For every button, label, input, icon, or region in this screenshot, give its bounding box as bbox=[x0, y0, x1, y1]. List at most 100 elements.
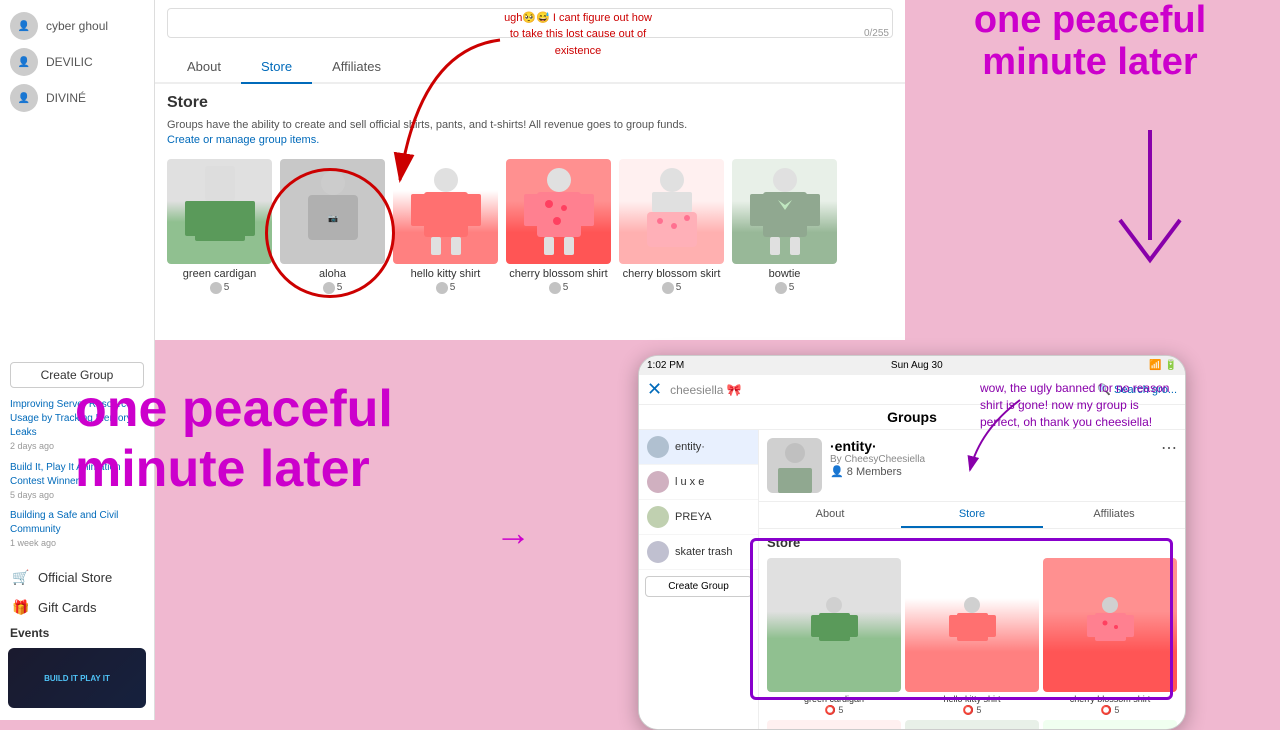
sidebar-item-preya[interactable]: PREYA bbox=[639, 500, 758, 535]
overlay-line1: one peaceful bbox=[905, 0, 1275, 42]
mobile-item-price: ⭕ 5 bbox=[767, 705, 901, 716]
robux-icon bbox=[436, 282, 448, 294]
user-row: 👤 cyber ghoul bbox=[0, 8, 154, 44]
item-thumbnail[interactable] bbox=[506, 159, 611, 264]
sidebar-item-skater-trash[interactable]: skater trash bbox=[639, 535, 758, 570]
avatar: 👤 bbox=[10, 84, 38, 112]
back-icon[interactable]: ✕ bbox=[647, 379, 662, 400]
sidebar-item-entity[interactable]: entity· bbox=[639, 430, 758, 465]
tab-store[interactable]: Store bbox=[241, 51, 312, 84]
overlay-line4: minute later bbox=[75, 440, 393, 500]
mobile-item-thumbnail[interactable] bbox=[1043, 558, 1177, 692]
item-thumbnail[interactable] bbox=[732, 159, 837, 264]
item-price: 5 bbox=[732, 282, 837, 294]
item-name: aloha bbox=[280, 268, 385, 280]
robux-icon bbox=[323, 282, 335, 294]
item-card: green cardigan 5 bbox=[167, 159, 272, 294]
avatar: 👤 bbox=[10, 12, 38, 40]
entity-by: By CheesyCheesiella bbox=[830, 454, 1177, 465]
item-price: 5 bbox=[167, 282, 272, 294]
comment-text: ugh🥺😅 I cant figure out how to take this… bbox=[504, 12, 652, 57]
mobile-item-thumbnail[interactable] bbox=[767, 558, 901, 692]
tab-affiliates[interactable]: Affiliates bbox=[312, 51, 401, 84]
robux-icon bbox=[775, 282, 787, 294]
mobile-item: green and white ⭕ 5 bbox=[1043, 720, 1177, 730]
mobile-main: ·entity· By CheesyCheesiella 👤 8 Members… bbox=[759, 430, 1185, 730]
item-price: 5 bbox=[393, 282, 498, 294]
store-icon: 🛒 bbox=[12, 568, 30, 586]
right-arrow-icon: → bbox=[495, 515, 531, 551]
mobile-item-thumbnail[interactable] bbox=[1043, 720, 1177, 730]
item-thumbnail[interactable]: 📷 bbox=[280, 159, 385, 264]
mobile-tabs: About Store Affiliates bbox=[759, 502, 1185, 529]
username: cyber ghoul bbox=[46, 19, 108, 33]
mobile-item-thumbnail[interactable] bbox=[767, 720, 901, 730]
item-card: cherry blossom skirt 5 bbox=[619, 159, 724, 294]
mobile-create-group-button[interactable]: Create Group bbox=[645, 576, 752, 597]
mobile-item-name: green cardigan bbox=[767, 694, 901, 705]
char-count: 0/255 bbox=[864, 28, 889, 39]
blog-entry: Building a Safe and Civil Community 1 we… bbox=[10, 509, 144, 550]
mobile-tab-store[interactable]: Store bbox=[901, 502, 1043, 528]
entity-info: ·entity· By CheesyCheesiella 👤 8 Members bbox=[830, 438, 1177, 478]
sidebar-label: Official Store bbox=[38, 570, 112, 585]
store-description: Groups have the ability to create and se… bbox=[167, 118, 893, 149]
username: DEVILIC bbox=[46, 55, 93, 69]
item-card: hello kitty shirt 5 bbox=[393, 159, 498, 294]
avatar bbox=[647, 471, 669, 493]
user-row: 👤 DIVINÉ bbox=[0, 80, 154, 116]
mobile-item: green cardigan ⭕ 5 bbox=[767, 558, 901, 716]
mobile-status-bar: 1:02 PM Sun Aug 30 📶 🔋 bbox=[639, 356, 1185, 375]
sidebar-item-gift-cards[interactable]: 🎁 Gift Cards bbox=[0, 592, 154, 622]
mobile-status-icons: 📶 🔋 bbox=[1149, 360, 1177, 371]
mobile-item-thumbnail[interactable] bbox=[905, 720, 1039, 730]
mobile-store-title: Store bbox=[759, 529, 1185, 554]
avatar bbox=[647, 541, 669, 563]
blog-title[interactable]: Building a Safe and Civil Community bbox=[10, 509, 144, 537]
entity-header: ·entity· By CheesyCheesiella 👤 8 Members… bbox=[759, 430, 1185, 502]
item-name: cherry blossom skirt bbox=[619, 268, 724, 280]
mobile-tab-about[interactable]: About bbox=[759, 502, 901, 528]
entity-image bbox=[767, 438, 822, 493]
mobile-sidebar: entity· l u x e PREYA skater trash Creat… bbox=[639, 430, 759, 730]
mobile-item: cherry blossom skirt ⭕ 5 bbox=[767, 720, 901, 730]
item-card: 📷 aloha 5 bbox=[280, 159, 385, 294]
mobile-item-price: ⭕ 5 bbox=[1043, 705, 1177, 716]
username: DIVINÉ bbox=[46, 91, 86, 105]
item-thumbnail[interactable] bbox=[619, 159, 724, 264]
manage-items-link[interactable]: Create or manage group items. bbox=[167, 134, 319, 146]
tab-about[interactable]: About bbox=[167, 51, 241, 84]
item-name: green cardigan bbox=[167, 268, 272, 280]
mobile-time: 1:02 PM bbox=[647, 360, 684, 371]
event-banner[interactable]: BUILD IT PLAY IT bbox=[8, 648, 146, 708]
blog-meta: 1 week ago bbox=[10, 537, 144, 550]
item-price: 5 bbox=[506, 282, 611, 294]
mobile-tab-affiliates[interactable]: Affiliates bbox=[1043, 502, 1185, 528]
sidebar-item-official-store[interactable]: 🛒 Official Store bbox=[0, 562, 154, 592]
mobile-comment-overlay: wow, the ugly banned for no reason shirt… bbox=[980, 380, 1180, 430]
item-price: 5 bbox=[280, 282, 385, 294]
sidebar-item-luxe[interactable]: l u x e bbox=[639, 465, 758, 500]
robux-icon bbox=[662, 282, 674, 294]
avatar bbox=[647, 506, 669, 528]
bottom-left-text: one peaceful minute later bbox=[75, 380, 393, 500]
overlay-line3: one peaceful bbox=[75, 380, 393, 440]
down-arrow-icon bbox=[1110, 130, 1190, 283]
gift-icon: 🎁 bbox=[12, 598, 30, 616]
sidebar-label: Gift Cards bbox=[38, 600, 97, 615]
mobile-item-price: ⭕ 5 bbox=[905, 705, 1039, 716]
avatar bbox=[647, 436, 669, 458]
item-name: cherry blossom shirt bbox=[506, 268, 611, 280]
mobile-date: Sun Aug 30 bbox=[891, 360, 943, 371]
mobile-item-thumbnail[interactable] bbox=[905, 558, 1039, 692]
item-thumbnail[interactable] bbox=[393, 159, 498, 264]
mobile-item-name: cherry blossom shirt bbox=[1043, 694, 1177, 705]
svg-text:📷: 📷 bbox=[328, 214, 338, 223]
item-thumbnail[interactable] bbox=[167, 159, 272, 264]
events-label: Events bbox=[0, 622, 154, 644]
mobile-body: entity· l u x e PREYA skater trash Creat… bbox=[639, 430, 1185, 730]
item-card: cherry blossom shirt 5 bbox=[506, 159, 611, 294]
more-options-icon[interactable]: ⋯ bbox=[1161, 438, 1177, 458]
top-right-text: one peaceful minute later bbox=[905, 0, 1275, 84]
mobile-items-grid: green cardigan ⭕ 5 hello kitty shirt bbox=[759, 554, 1185, 730]
